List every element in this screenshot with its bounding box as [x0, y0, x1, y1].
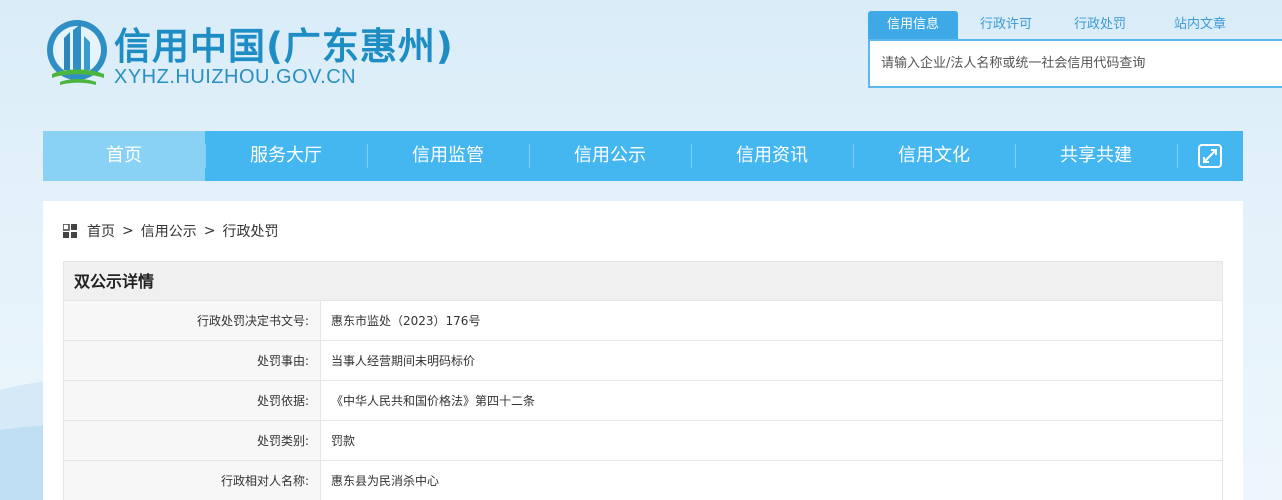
row-label: 处罚类别:: [64, 421, 321, 460]
content-panel: 首页 > 信用公示 > 行政处罚 双公示详情 行政处罚决定书文号: 惠东市监处（…: [43, 201, 1243, 500]
row-value: 《中华人民共和国价格法》第四十二条: [331, 394, 536, 408]
nav-item-home[interactable]: 首页: [43, 131, 205, 181]
row-value: 惠东县为民消杀中心: [331, 474, 440, 488]
table-row: 行政处罚决定书文号: 惠东市监处（2023）176号: [63, 301, 1223, 341]
main-nav: 首页 服务大厅 信用监管 信用公示 信用资讯 信用文化 共享共建: [43, 131, 1243, 181]
nav-item-credit-culture[interactable]: 信用文化: [853, 131, 1015, 181]
breadcrumb-credit-publicity[interactable]: 信用公示: [141, 221, 197, 241]
row-value: 惠东市监处（2023）176号: [331, 314, 481, 328]
nav-item-share-build[interactable]: 共享共建: [1015, 131, 1177, 181]
nav-item-credit-publicity[interactable]: 信用公示: [529, 131, 691, 181]
breadcrumb-admin-penalty[interactable]: 行政处罚: [222, 221, 278, 241]
nav-item-credit-news[interactable]: 信用资讯: [691, 131, 853, 181]
search-input[interactable]: [870, 41, 1282, 86]
expand-icon: [1198, 144, 1222, 168]
search-tab-credit-info[interactable]: 信用信息: [868, 11, 958, 39]
row-label: 处罚依据:: [64, 381, 321, 420]
search-tab-admin-penalty[interactable]: 行政处罚: [1054, 11, 1146, 39]
table-row: 处罚事由: 当事人经营期间未明码标价: [63, 341, 1223, 381]
grid-icon: [63, 224, 77, 238]
breadcrumb: 首页 > 信用公示 > 行政处罚: [63, 222, 278, 240]
table-row: 处罚类别: 罚款: [63, 421, 1223, 461]
nav-expand-button[interactable]: [1177, 131, 1243, 181]
table-row: 行政相对人名称: 惠东县为民消杀中心: [63, 461, 1223, 500]
breadcrumb-separator: >: [122, 223, 134, 239]
detail-title: 双公示详情: [63, 261, 1223, 301]
row-value: 罚款: [331, 434, 356, 448]
search-tabs: 信用信息 行政许可 行政处罚 站内文章: [868, 11, 1282, 39]
search-box: [868, 39, 1282, 88]
search-tab-admin-license[interactable]: 行政许可: [958, 11, 1054, 39]
nav-item-service-hall[interactable]: 服务大厅: [205, 131, 367, 181]
row-label: 行政相对人名称:: [64, 461, 321, 500]
detail-table: 双公示详情 行政处罚决定书文号: 惠东市监处（2023）176号 处罚事由: 当…: [63, 261, 1223, 500]
site-domain: XYHZ.HUIZHOU.GOV.CN: [114, 66, 357, 88]
breadcrumb-separator: >: [203, 223, 216, 239]
table-row: 处罚依据: 《中华人民共和国价格法》第四十二条: [63, 381, 1223, 421]
row-label: 处罚事由:: [64, 341, 321, 380]
logo-icon: [47, 20, 107, 85]
breadcrumb-home[interactable]: 首页: [87, 221, 115, 241]
row-value: 当事人经营期间未明码标价: [331, 354, 476, 368]
row-label: 行政处罚决定书文号:: [64, 301, 321, 340]
search-tab-site-articles[interactable]: 站内文章: [1146, 11, 1254, 39]
site-title: 信用中国(广东惠州): [114, 25, 454, 68]
nav-item-credit-supervision[interactable]: 信用监管: [367, 131, 529, 181]
